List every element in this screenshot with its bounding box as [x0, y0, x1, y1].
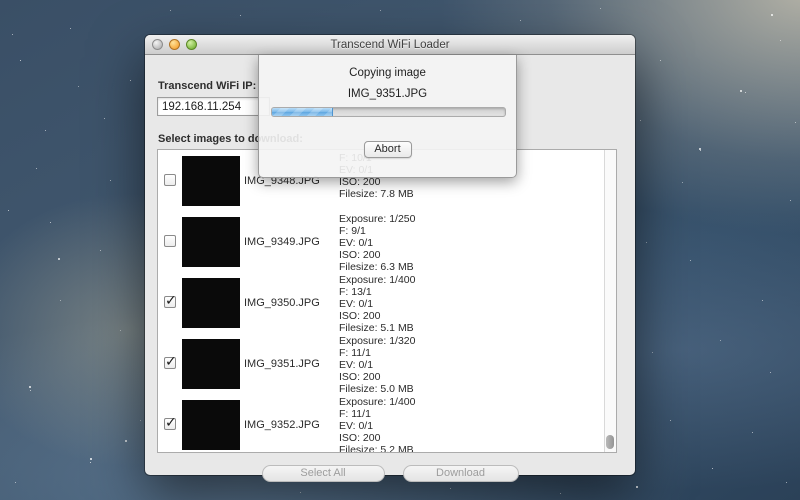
ip-label: Transcend WiFi IP: — [158, 80, 256, 92]
image-filename: IMG_9352.JPG — [244, 419, 320, 431]
dialog-title: Copying image — [259, 67, 516, 79]
image-exif: Exposure: 1/320F: 11/1EV: 0/1ISO: 200Fil… — [339, 335, 415, 395]
image-checkbox[interactable]: ✓ — [164, 235, 176, 247]
select-all-button[interactable]: Select All — [262, 465, 385, 482]
image-rows: ✓ IMG_9348.JPG F: 10/1EV: 0/1ISO: 200Fil… — [158, 150, 604, 453]
progress-bar — [271, 107, 506, 117]
zoom-button[interactable] — [186, 39, 197, 50]
image-row: ✓ IMG_9349.JPG Exposure: 1/250F: 9/1EV: … — [158, 211, 604, 272]
image-thumbnail — [182, 156, 240, 206]
stars-big — [0, 0, 2, 2]
ip-input[interactable] — [157, 97, 270, 116]
window-title: Transcend WiFi Loader — [145, 39, 635, 51]
image-exif: Exposure: 1/400F: 13/1EV: 0/1ISO: 200Fil… — [339, 274, 415, 334]
image-exif: Exposure: 1/250F: 9/1EV: 0/1ISO: 200File… — [339, 213, 415, 273]
title-bar[interactable]: Transcend WiFi Loader — [145, 35, 635, 55]
image-row: ✓ IMG_9351.JPG Exposure: 1/320F: 11/1EV:… — [158, 333, 604, 394]
image-filename: IMG_9351.JPG — [244, 358, 320, 370]
image-filename: IMG_9350.JPG — [244, 297, 320, 309]
scrollbar-thumb[interactable] — [606, 435, 614, 449]
image-filename: IMG_9349.JPG — [244, 236, 320, 248]
image-row: ✓ IMG_9352.JPG Exposure: 1/400F: 11/1EV:… — [158, 394, 604, 453]
checkmark-icon: ✓ — [165, 292, 177, 309]
image-list: ✓ IMG_9348.JPG F: 10/1EV: 0/1ISO: 200Fil… — [157, 149, 617, 453]
image-checkbox[interactable]: ✓ — [164, 357, 176, 369]
abort-button[interactable]: Abort — [364, 141, 412, 158]
close-button[interactable] — [152, 39, 163, 50]
image-thumbnail — [182, 400, 240, 450]
checkmark-icon: ✓ — [165, 414, 177, 431]
download-button[interactable]: Download — [403, 465, 519, 482]
copy-progress-dialog: Copying image IMG_9351.JPG Abort — [258, 55, 517, 178]
image-checkbox[interactable]: ✓ — [164, 296, 176, 308]
image-checkbox[interactable]: ✓ — [164, 174, 176, 186]
image-checkbox[interactable]: ✓ — [164, 418, 176, 430]
image-exif: Exposure: 1/400F: 11/1EV: 0/1ISO: 200Fil… — [339, 396, 415, 453]
window-content: Transcend WiFi IP: Select images to down… — [145, 55, 635, 474]
image-thumbnail — [182, 217, 240, 267]
scrollbar-track[interactable] — [604, 150, 616, 452]
image-row: ✓ IMG_9350.JPG Exposure: 1/400F: 13/1EV:… — [158, 272, 604, 333]
progress-fill — [272, 108, 333, 116]
minimize-button[interactable] — [169, 39, 180, 50]
checkmark-icon: ✓ — [165, 353, 177, 370]
image-thumbnail — [182, 339, 240, 389]
app-window: Transcend WiFi Loader Transcend WiFi IP:… — [145, 35, 635, 475]
image-thumbnail — [182, 278, 240, 328]
dialog-filename: IMG_9351.JPG — [259, 88, 516, 100]
